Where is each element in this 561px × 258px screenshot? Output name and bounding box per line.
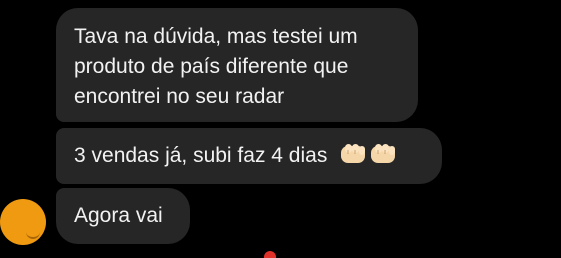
message-text: 3 vendas já, subi faz 4 dias	[74, 144, 328, 167]
avatar-mark	[26, 229, 40, 239]
message-line: encontrei no seu radar	[74, 85, 285, 108]
message-text: Agora vai	[74, 204, 163, 227]
message-bubble-1[interactable]: Tava na dúvida, mas testei um produto de…	[56, 8, 418, 122]
oncoming-fist-emoji-icon	[339, 141, 397, 167]
heart-icon	[264, 251, 276, 258]
user-avatar-icon[interactable]	[0, 199, 46, 245]
message-line: produto de país diferente que	[74, 55, 349, 78]
chat-thread: Tava na dúvida, mas testei um produto de…	[0, 0, 561, 258]
message-bubble-2[interactable]: 3 vendas já, subi faz 4 dias	[56, 128, 442, 184]
message-line: Tava na dúvida, mas testei um	[74, 25, 358, 48]
message-bubble-3[interactable]: Agora vai	[56, 188, 190, 244]
